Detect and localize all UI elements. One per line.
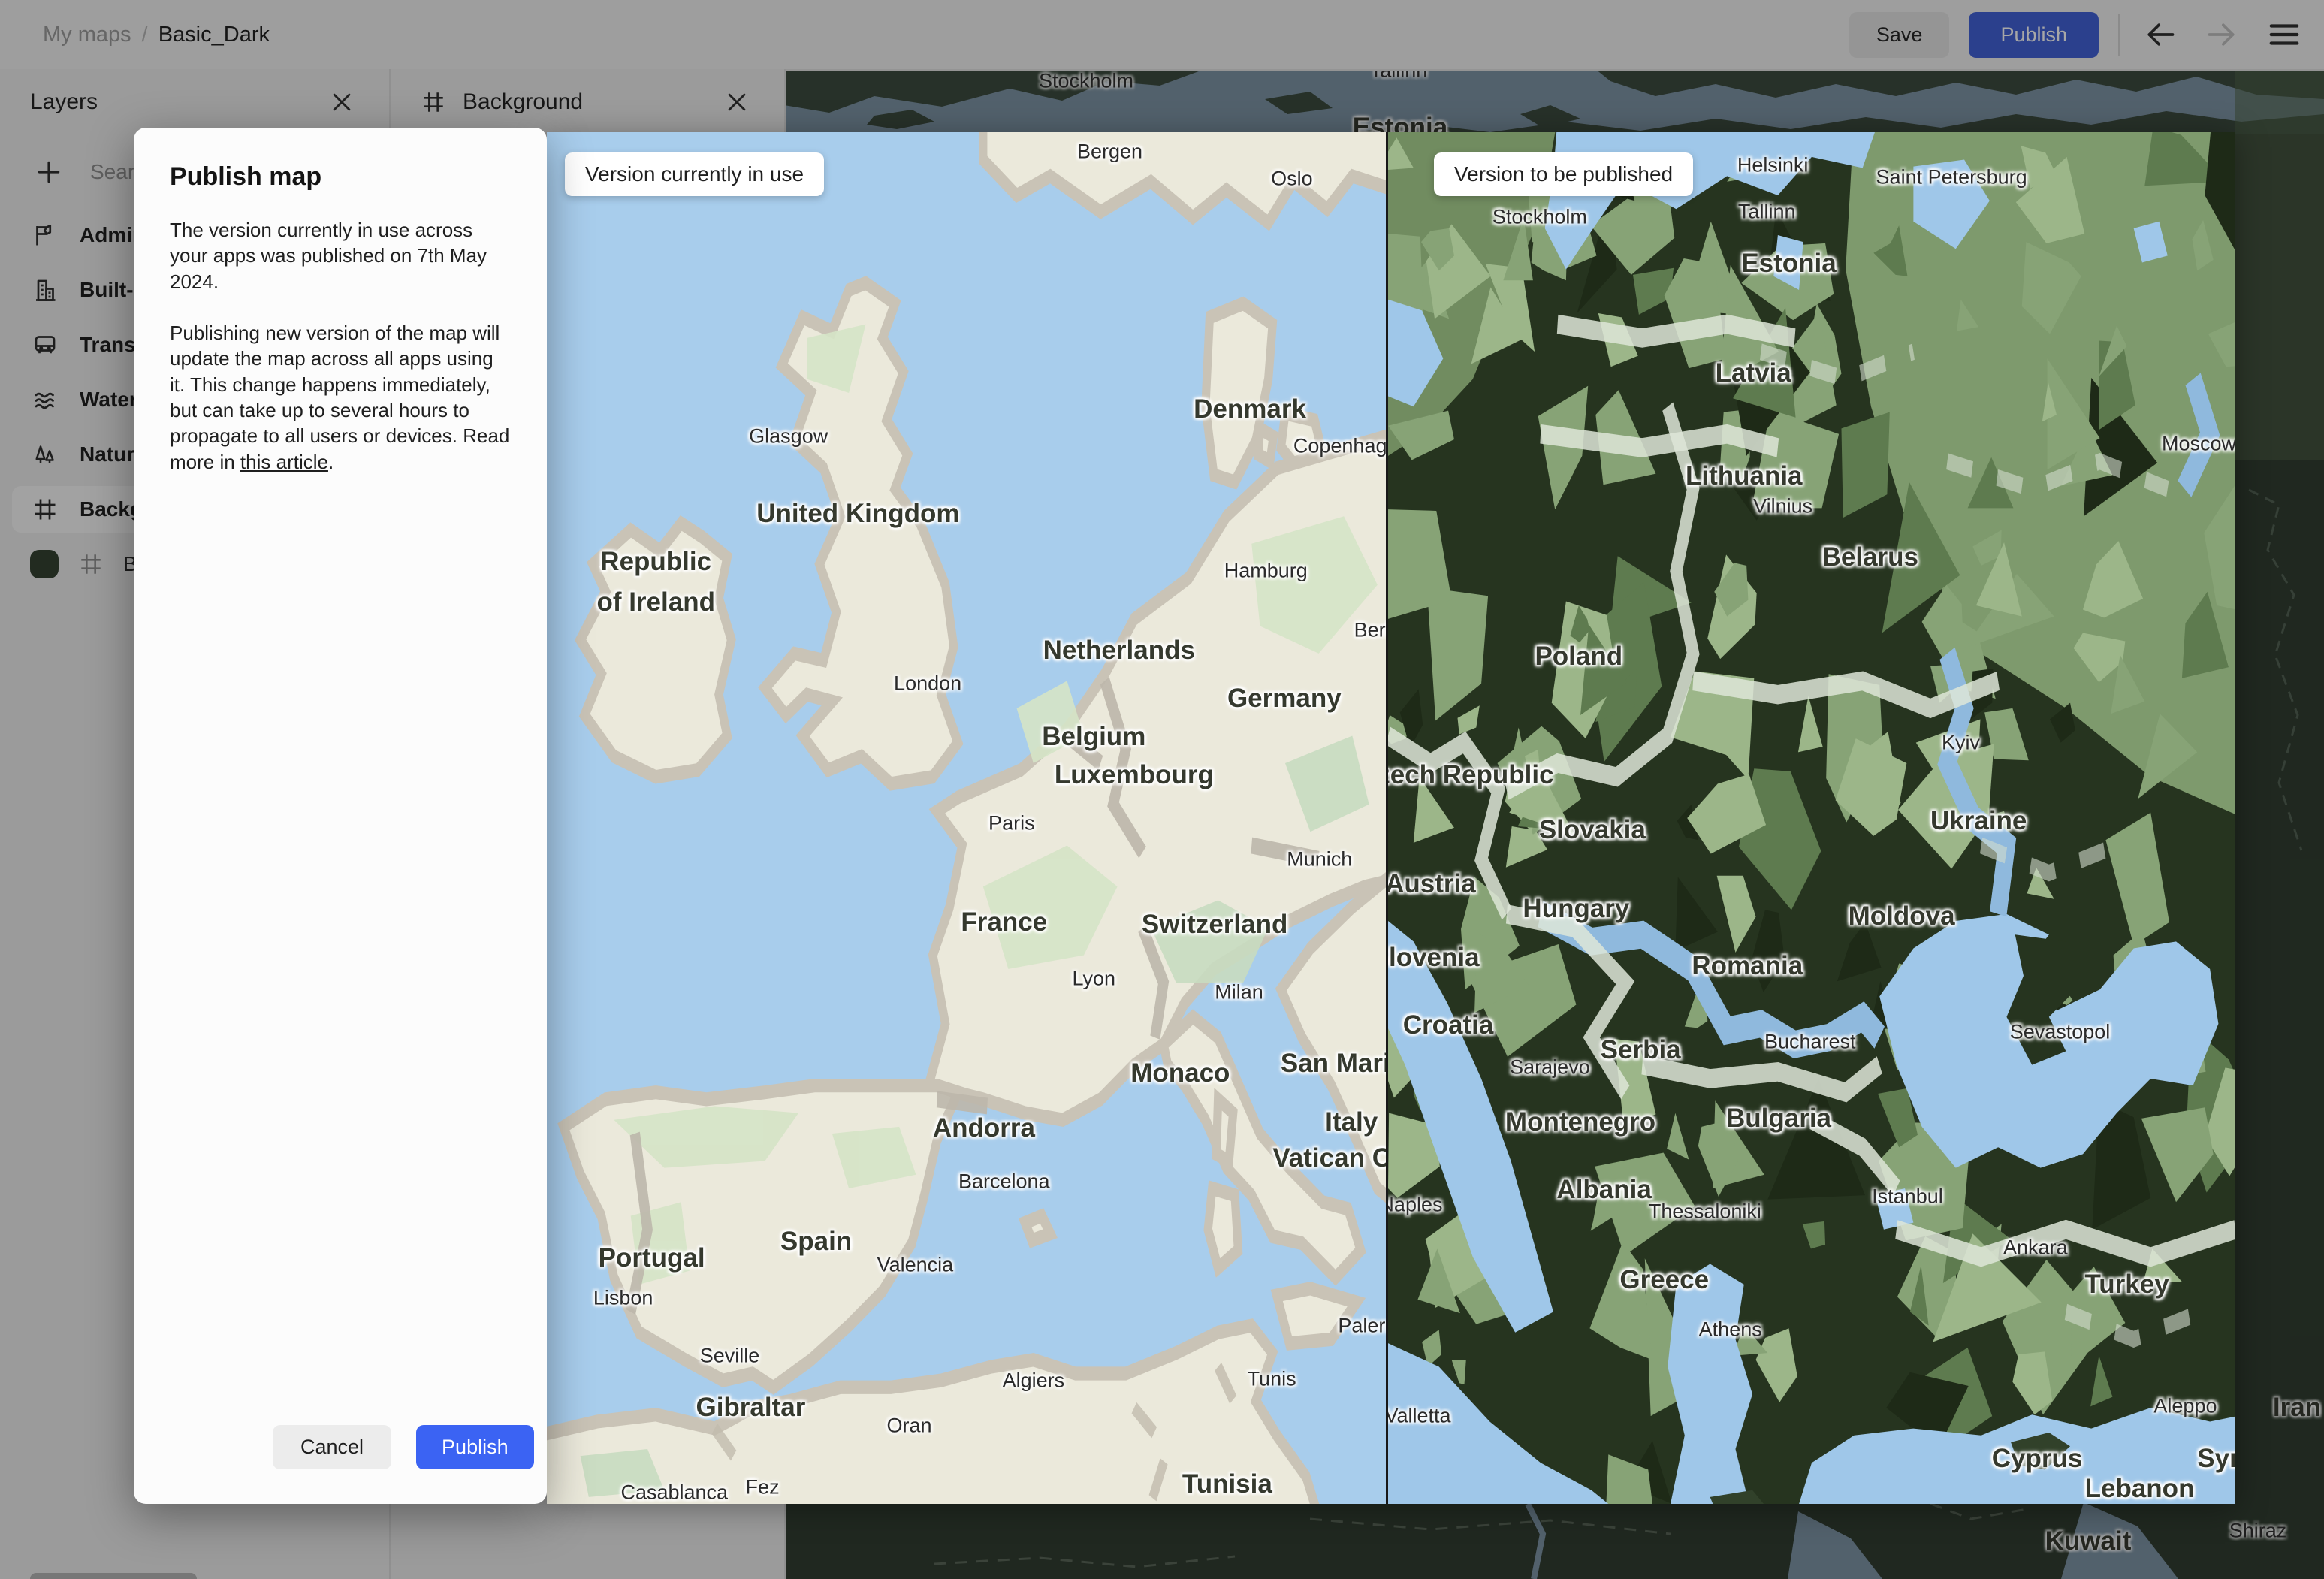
current-version-chip: Version currently in use [565,152,825,196]
version-compare-overlay: Version currently in use Bergen Oslo Glasg… [547,132,2235,1504]
dialog-title: Publish map [170,162,322,191]
dialog-paragraph-2: Publishing new version of the map will u… [170,320,511,475]
map-editor-app: My maps / Basic_Dark Save Publish Layers [0,0,2324,1579]
dialog-paragraph-1: The version currently in use across your… [170,219,487,293]
dialog-paragraph-2-period: . [327,450,334,473]
publish-button-dialog[interactable]: Publish [416,1425,534,1469]
map-preview-new-version[interactable]: Version to be published Helsinki Saint Pe… [1388,132,2235,1504]
light-map-art [547,132,1386,1504]
publish-map-dialog: Publish map The version currently in use… [134,128,547,1504]
new-version-chip: Version to be published [1434,152,1694,196]
dialog-actions: Cancel Publish [273,1425,534,1469]
dark-map-art [1388,132,2235,1504]
this-article-link[interactable]: this article [240,451,328,473]
cancel-button[interactable]: Cancel [273,1425,392,1469]
dialog-paragraph-2-text: Publishing new version of the map will u… [170,321,510,473]
map-preview-current-version[interactable]: Version currently in use Bergen Oslo Glasg… [547,132,1386,1504]
